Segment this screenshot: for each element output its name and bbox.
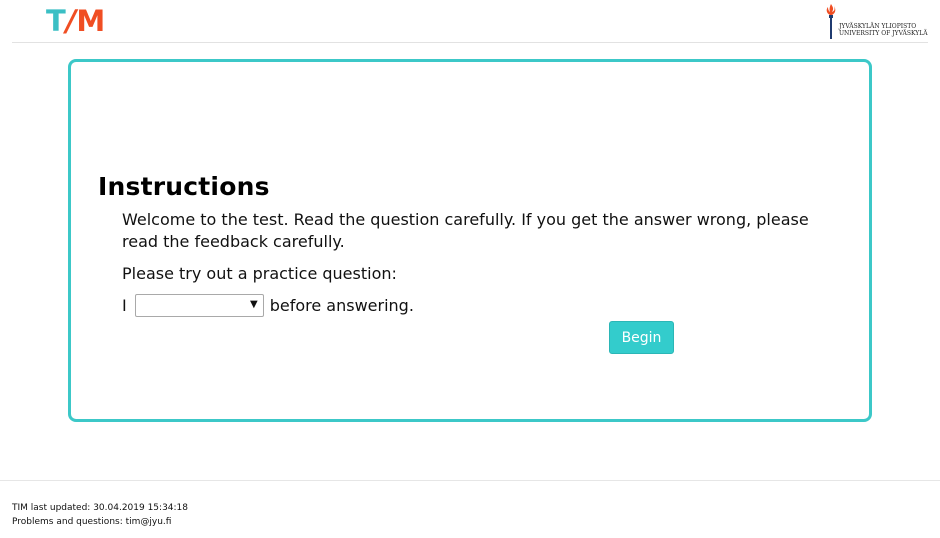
university-logo[interactable]: JYVÄSKYLÄN YLIOPISTO UNIVERSITY OF JYVÄS… [824, 3, 928, 40]
instructions-card: Instructions Welcome to the test. Read t… [68, 59, 872, 422]
practice-question: I ▼ before answering. [122, 294, 414, 317]
footer: TIM last updated: 30.04.2019 15:34:18 Pr… [12, 501, 188, 529]
tim-logo[interactable]: T / M [46, 4, 105, 38]
practice-answer-select[interactable]: ▼ [134, 294, 264, 317]
university-name: JYVÄSKYLÄN YLIOPISTO UNIVERSITY OF JYVÄS… [839, 23, 928, 37]
instructions-title: Instructions [98, 172, 270, 201]
practice-suffix: before answering. [269, 296, 414, 315]
last-updated-text: TIM last updated: 30.04.2019 15:34:18 [12, 503, 189, 513]
welcome-text: Welcome to the test. Read the question c… [122, 210, 809, 251]
header: T / M JYVÄSKYLÄN YLIOPISTO UNIVERSITY OF J… [12, 0, 928, 43]
dropdown-arrow-icon: ▼ [250, 299, 258, 310]
practice-prompt: Please try out a practice question: [122, 264, 397, 283]
university-name-fi: JYVÄSKYLÄN YLIOPISTO [839, 23, 917, 30]
university-name-en: UNIVERSITY OF JYVÄSKYLÄ [839, 30, 928, 37]
begin-button[interactable]: Begin [609, 321, 674, 354]
logo-letter-t: T [46, 4, 66, 38]
torch-icon [826, 4, 836, 39]
footer-divider [0, 480, 940, 481]
page: T / M JYVÄSKYLÄN YLIOPISTO UNIVERSITY OF J… [0, 0, 940, 538]
logo-letter-m: M [76, 4, 105, 38]
practice-prefix: I [122, 296, 127, 315]
contact-text: Problems and questions: tim@jyu.fi [12, 517, 172, 527]
logo-slash: / [65, 4, 77, 38]
